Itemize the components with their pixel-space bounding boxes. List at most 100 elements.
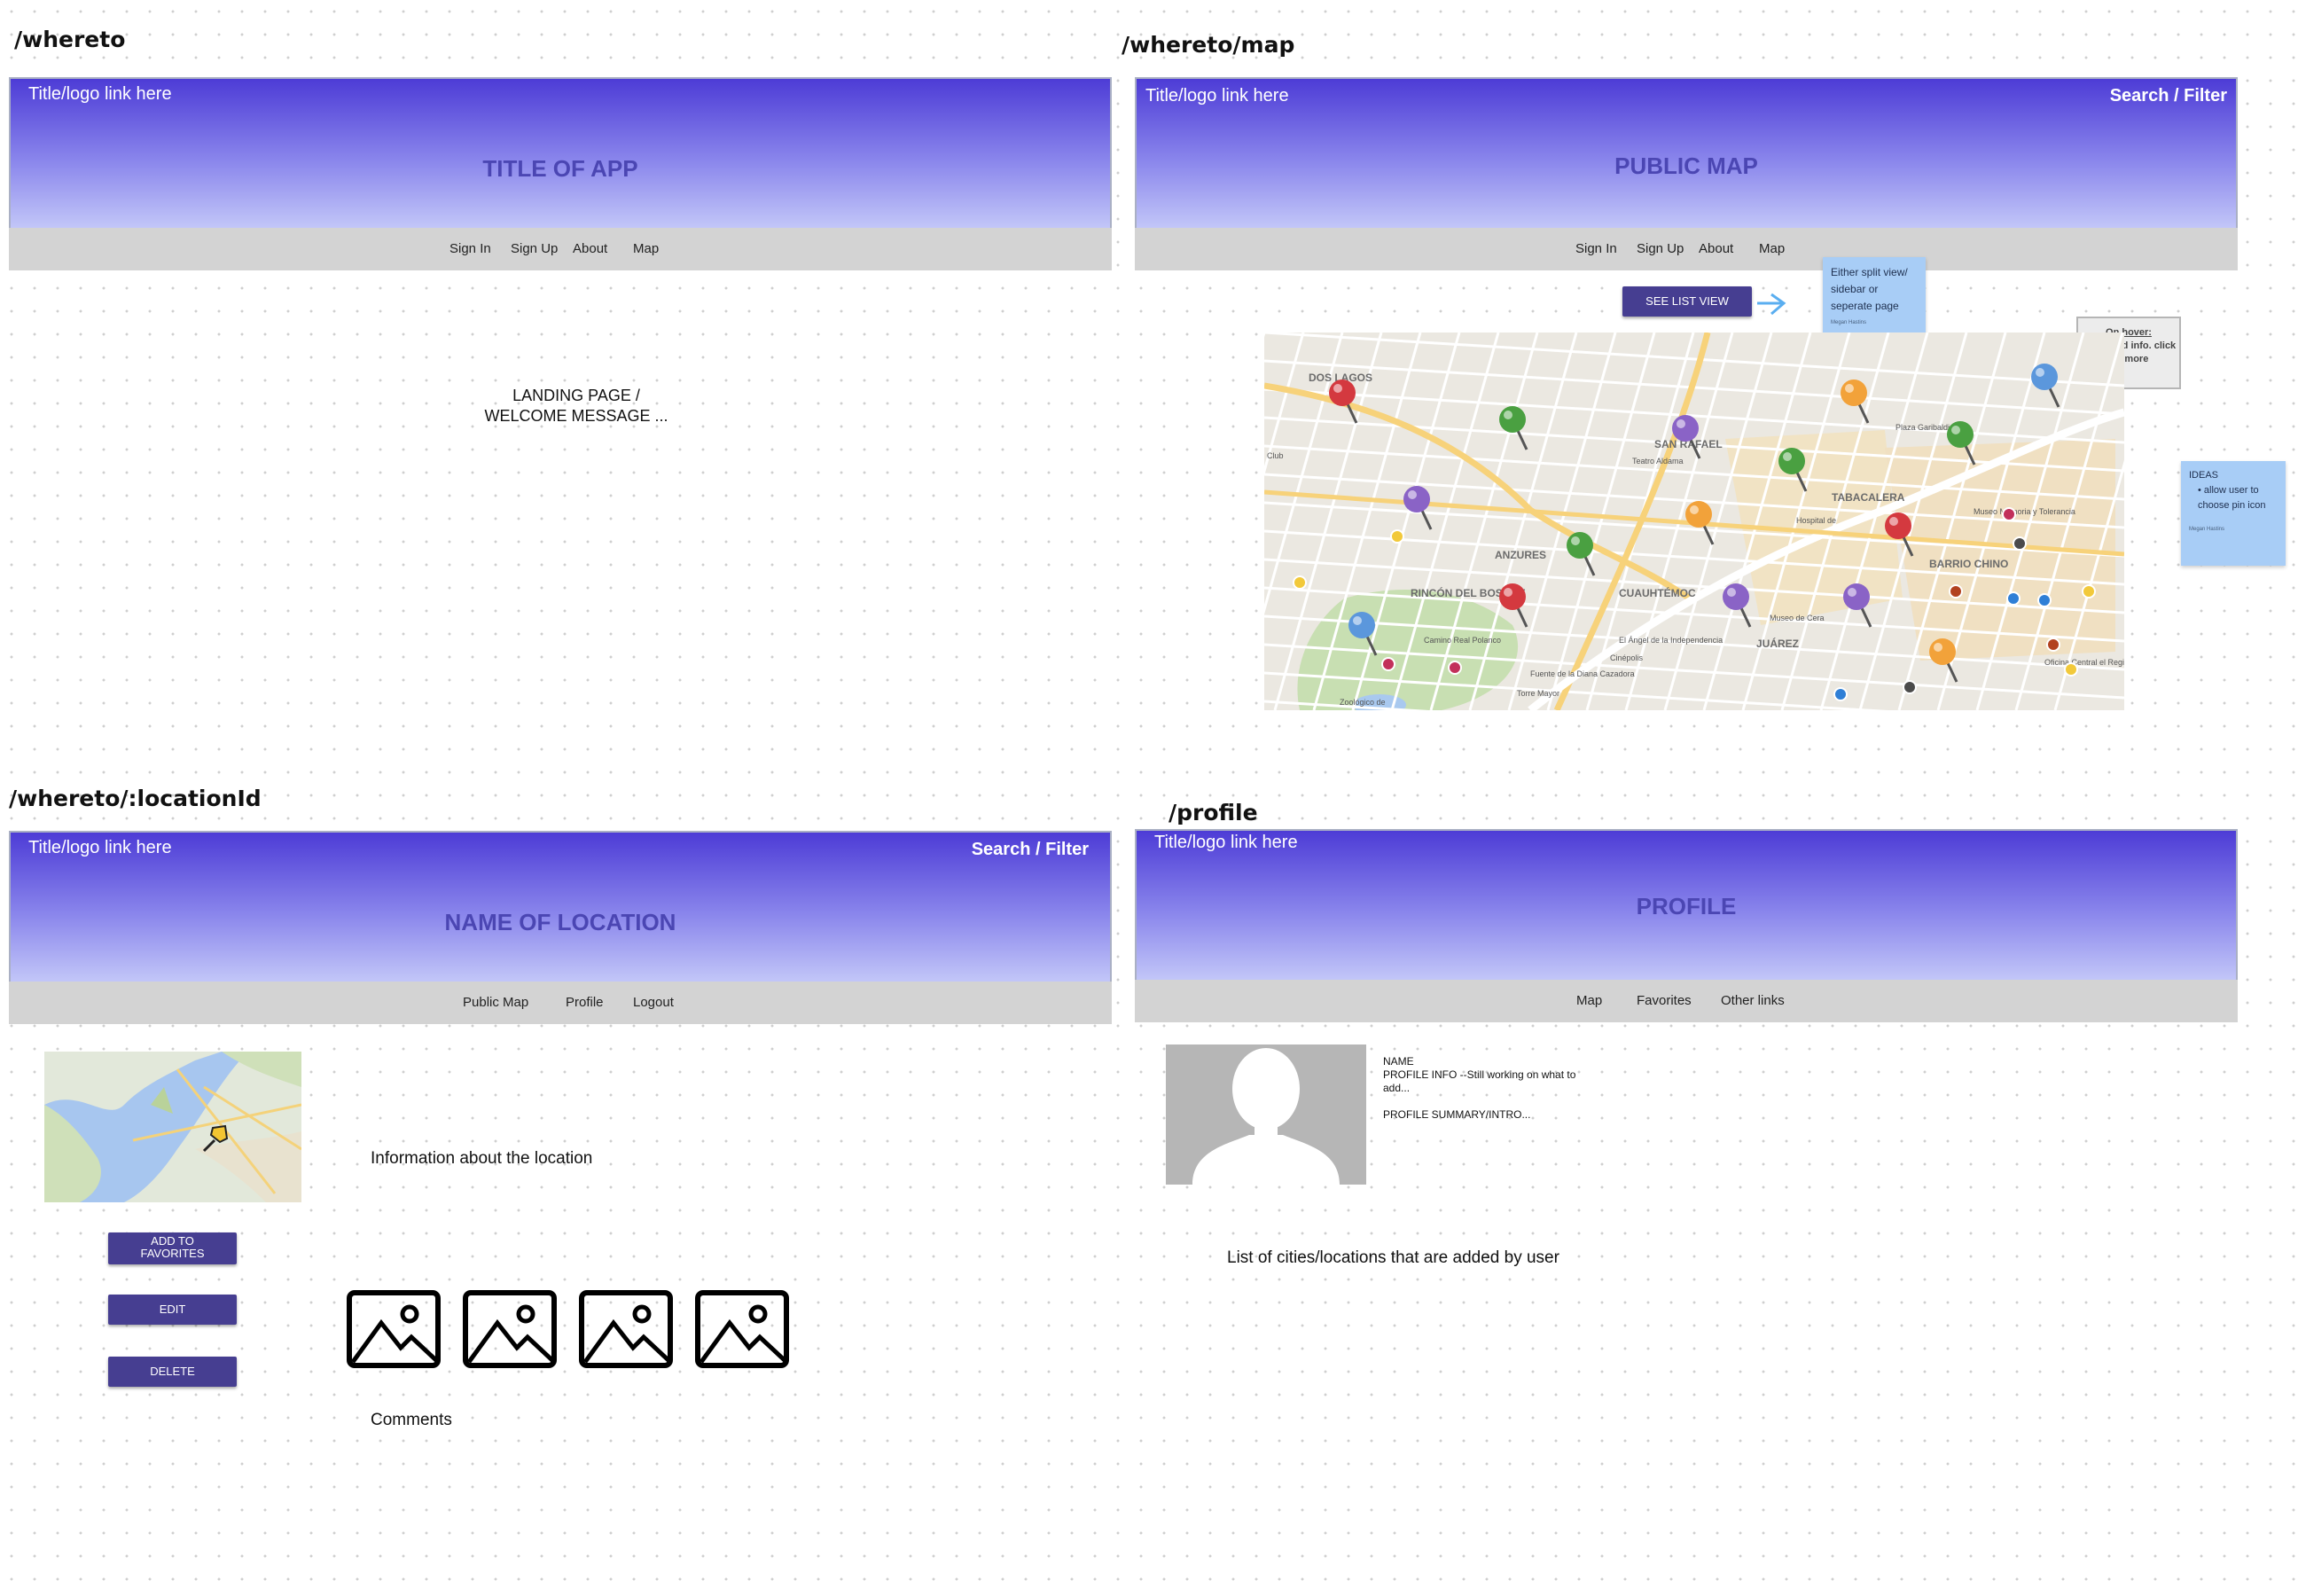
map-pin-icon xyxy=(1672,415,1699,442)
profile-summary: PROFILE SUMMARY/INTRO... xyxy=(1383,1108,1531,1121)
map-label: Plaza Garibaldi xyxy=(1895,423,1950,432)
poi-icon xyxy=(1293,575,1307,590)
page-title: PROFILE xyxy=(1636,893,1737,919)
map-label: Zoológico de xyxy=(1340,698,1386,707)
image-placeholder-icon[interactable] xyxy=(346,1289,442,1369)
map-pin-icon xyxy=(1841,379,1867,406)
logo-link[interactable]: Title/logo link here xyxy=(28,838,172,858)
profile-info: NAME PROFILE INFO --Still working on wha… xyxy=(1383,1055,1575,1122)
nav-logout[interactable]: Logout xyxy=(633,995,674,1010)
map-label: Fuente de la Diana Cazadora xyxy=(1530,669,1635,678)
nav-favorites[interactable]: Favorites xyxy=(1637,993,1692,1008)
map-pin-icon xyxy=(1348,612,1375,638)
poi-icon xyxy=(1390,529,1404,544)
nav-map[interactable]: Map xyxy=(1759,241,1785,256)
location-mini-map[interactable] xyxy=(44,1052,301,1202)
nav-sign-up[interactable]: Sign Up xyxy=(1637,241,1684,256)
nav-map[interactable]: Map xyxy=(1576,993,1602,1008)
image-placeholder-icon[interactable] xyxy=(578,1289,674,1369)
delete-button[interactable]: DELETE xyxy=(108,1357,237,1387)
map-header: Title/logo link here Search / Filter PUB… xyxy=(1135,77,2238,230)
pin-highlight xyxy=(2036,368,2044,377)
photo-gallery xyxy=(346,1289,798,1369)
poi-icon xyxy=(2006,591,2021,606)
pin-icon xyxy=(202,1124,229,1153)
image-placeholder-icon[interactable] xyxy=(462,1289,558,1369)
pin-highlight xyxy=(1934,643,1942,652)
pin-highlight xyxy=(1353,616,1362,625)
location-nav: Public Map Profile Logout xyxy=(9,982,1112,1024)
map-pin-icon xyxy=(1778,448,1805,474)
nav-other-links[interactable]: Other links xyxy=(1721,993,1785,1008)
map-label: Hospital de xyxy=(1796,516,1836,525)
search-filter-link[interactable]: Search / Filter xyxy=(2110,86,2227,106)
nav-about[interactable]: About xyxy=(573,241,607,256)
logo-link[interactable]: Title/logo link here xyxy=(28,84,172,105)
ideas-list: • allow user to choose pin icon xyxy=(2198,485,2266,511)
map-pin-icon xyxy=(1499,583,1526,610)
poi-icon xyxy=(1903,680,1917,694)
ideas-title: IDEAS xyxy=(2189,470,2219,481)
nav-public-map[interactable]: Public Map xyxy=(463,995,528,1010)
logo-link[interactable]: Title/logo link here xyxy=(1145,86,1289,106)
poi-icon xyxy=(2082,584,2096,598)
search-filter-link[interactable]: Search / Filter xyxy=(972,840,1089,860)
nav-sign-in[interactable]: Sign In xyxy=(1575,241,1617,256)
route-label-profile: /profile xyxy=(1169,800,1258,825)
pin-highlight xyxy=(1677,419,1685,428)
profile-info-line-1: PROFILE INFO --Still working on what to xyxy=(1383,1068,1576,1081)
nav-sign-up[interactable]: Sign Up xyxy=(511,241,558,256)
map-pin-icon xyxy=(1929,638,1956,665)
nav-profile[interactable]: Profile xyxy=(566,995,604,1010)
route-label-location: /whereto/:locationId xyxy=(9,786,262,811)
poi-icon xyxy=(1833,687,1848,701)
map-label: Camino Real Polanco xyxy=(1424,636,1501,645)
add-to-favorites-button[interactable]: ADD TO FAVORITES xyxy=(108,1232,237,1264)
poi-icon xyxy=(2002,507,2016,521)
poi-icon xyxy=(1448,661,1462,675)
profile-name: NAME xyxy=(1383,1055,1414,1068)
page-title: PUBLIC MAP xyxy=(1614,153,1758,179)
map-label: Oficina Central el Registro Civil xyxy=(2044,658,2124,667)
map-pin-icon xyxy=(1843,583,1870,610)
pin-highlight xyxy=(1504,411,1512,419)
map-pin-icon xyxy=(1329,379,1356,406)
pin-highlight xyxy=(1783,452,1792,461)
map-pin-icon xyxy=(1723,583,1749,610)
map-nav: Sign In Sign Up About Map xyxy=(1135,228,2238,270)
sticky-note-ideas: IDEAS • allow user to choose pin icon Me… xyxy=(2181,461,2286,566)
pin-highlight xyxy=(1951,426,1960,434)
avatar[interactable] xyxy=(1166,1044,1366,1185)
map-label: BARRIO CHINO xyxy=(1929,558,2008,570)
pin-highlight xyxy=(1504,588,1512,597)
pin-highlight xyxy=(1848,588,1856,597)
nav-sign-in[interactable]: Sign In xyxy=(449,241,491,256)
pin-highlight xyxy=(1571,536,1580,545)
map-label: ANZURES xyxy=(1495,549,1546,561)
ideas-author: Megan Hastins xyxy=(2189,527,2225,532)
map-label: Museo de Cera xyxy=(1770,614,1825,622)
logo-link[interactable]: Title/logo link here xyxy=(1154,833,1298,853)
map-label: JUÁREZ xyxy=(1756,637,1799,650)
see-list-view-button[interactable]: SEE LIST VIEW xyxy=(1622,286,1752,317)
map-pin-icon xyxy=(1885,512,1911,539)
map-pin-icon xyxy=(1685,501,1712,528)
map-label: El Ángel de la Independencia xyxy=(1619,636,1723,645)
image-placeholder-icon[interactable] xyxy=(694,1289,790,1369)
poi-icon xyxy=(2013,536,2027,551)
mini-map-graphic xyxy=(44,1052,301,1202)
pin-highlight xyxy=(1690,505,1699,514)
profile-info-line-2: add... xyxy=(1383,1082,1411,1094)
pin-highlight xyxy=(1889,517,1898,526)
landing-header: Title/logo link here TITLE OF APP xyxy=(9,77,1112,230)
user-locations-list-text: List of cities/locations that are added … xyxy=(1227,1248,1559,1267)
welcome-line-1: LANDING PAGE / xyxy=(512,387,640,404)
nav-map[interactable]: Map xyxy=(633,241,659,256)
map-label: TABACALERA xyxy=(1832,491,1905,504)
nav-about[interactable]: About xyxy=(1699,241,1733,256)
welcome-message: LANDING PAGE / WELCOME MESSAGE ... xyxy=(443,386,709,426)
add-fav-line-1: ADD TO xyxy=(151,1234,194,1248)
public-map[interactable]: DOS LAGOS SAN RAFAEL TABACALERA ANZURES RINC… xyxy=(1264,332,2124,710)
edit-button[interactable]: EDIT xyxy=(108,1295,237,1325)
map-pin-icon xyxy=(1567,532,1593,559)
